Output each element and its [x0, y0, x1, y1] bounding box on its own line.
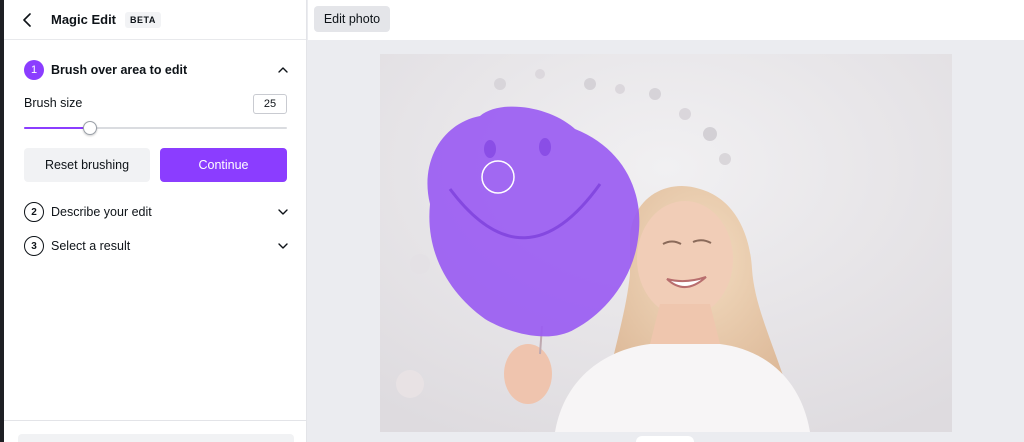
brush-size-slider[interactable]: [24, 121, 287, 135]
chevron-up-icon: [276, 63, 290, 77]
brush-size-input[interactable]: 25: [253, 94, 287, 114]
brush-size-label: Brush size: [24, 96, 83, 110]
panel-title: Magic Edit: [51, 12, 117, 27]
panel-footer-bar: [18, 434, 294, 442]
beta-badge: BETA: [125, 11, 161, 28]
continue-button[interactable]: Continue: [160, 148, 287, 182]
reset-brushing-button[interactable]: Reset brushing: [24, 148, 150, 182]
step-1-label: Brush over area to edit: [51, 63, 188, 77]
photo-canvas[interactable]: [380, 54, 952, 432]
panel-footer-divider: [4, 420, 306, 421]
photo-image: [380, 54, 952, 432]
step-1-number: 1: [24, 60, 44, 80]
step-2-header[interactable]: 2 Describe your edit: [24, 201, 290, 223]
chevron-down-icon: [276, 205, 290, 219]
chevron-down-icon: [276, 239, 290, 253]
canvas-toolbar: [308, 0, 1024, 40]
step-3-header[interactable]: 3 Select a result: [24, 235, 290, 257]
slider-fill: [24, 127, 90, 129]
edit-photo-button[interactable]: Edit photo: [314, 6, 390, 32]
step-3-label: Select a result: [51, 239, 131, 253]
step-3-number: 3: [24, 236, 44, 256]
step-1-header[interactable]: 1 Brush over area to edit: [24, 59, 290, 81]
step-2-label: Describe your edit: [51, 205, 152, 219]
panel-header: Magic Edit BETA: [4, 0, 306, 40]
magic-edit-panel: Magic Edit BETA 1 Brush over area to edi…: [4, 0, 307, 442]
bottom-handle[interactable]: [636, 436, 694, 442]
chevron-left-icon: [23, 12, 31, 27]
slider-thumb[interactable]: [83, 121, 97, 135]
back-button[interactable]: [18, 10, 38, 30]
step-2-number: 2: [24, 202, 44, 222]
